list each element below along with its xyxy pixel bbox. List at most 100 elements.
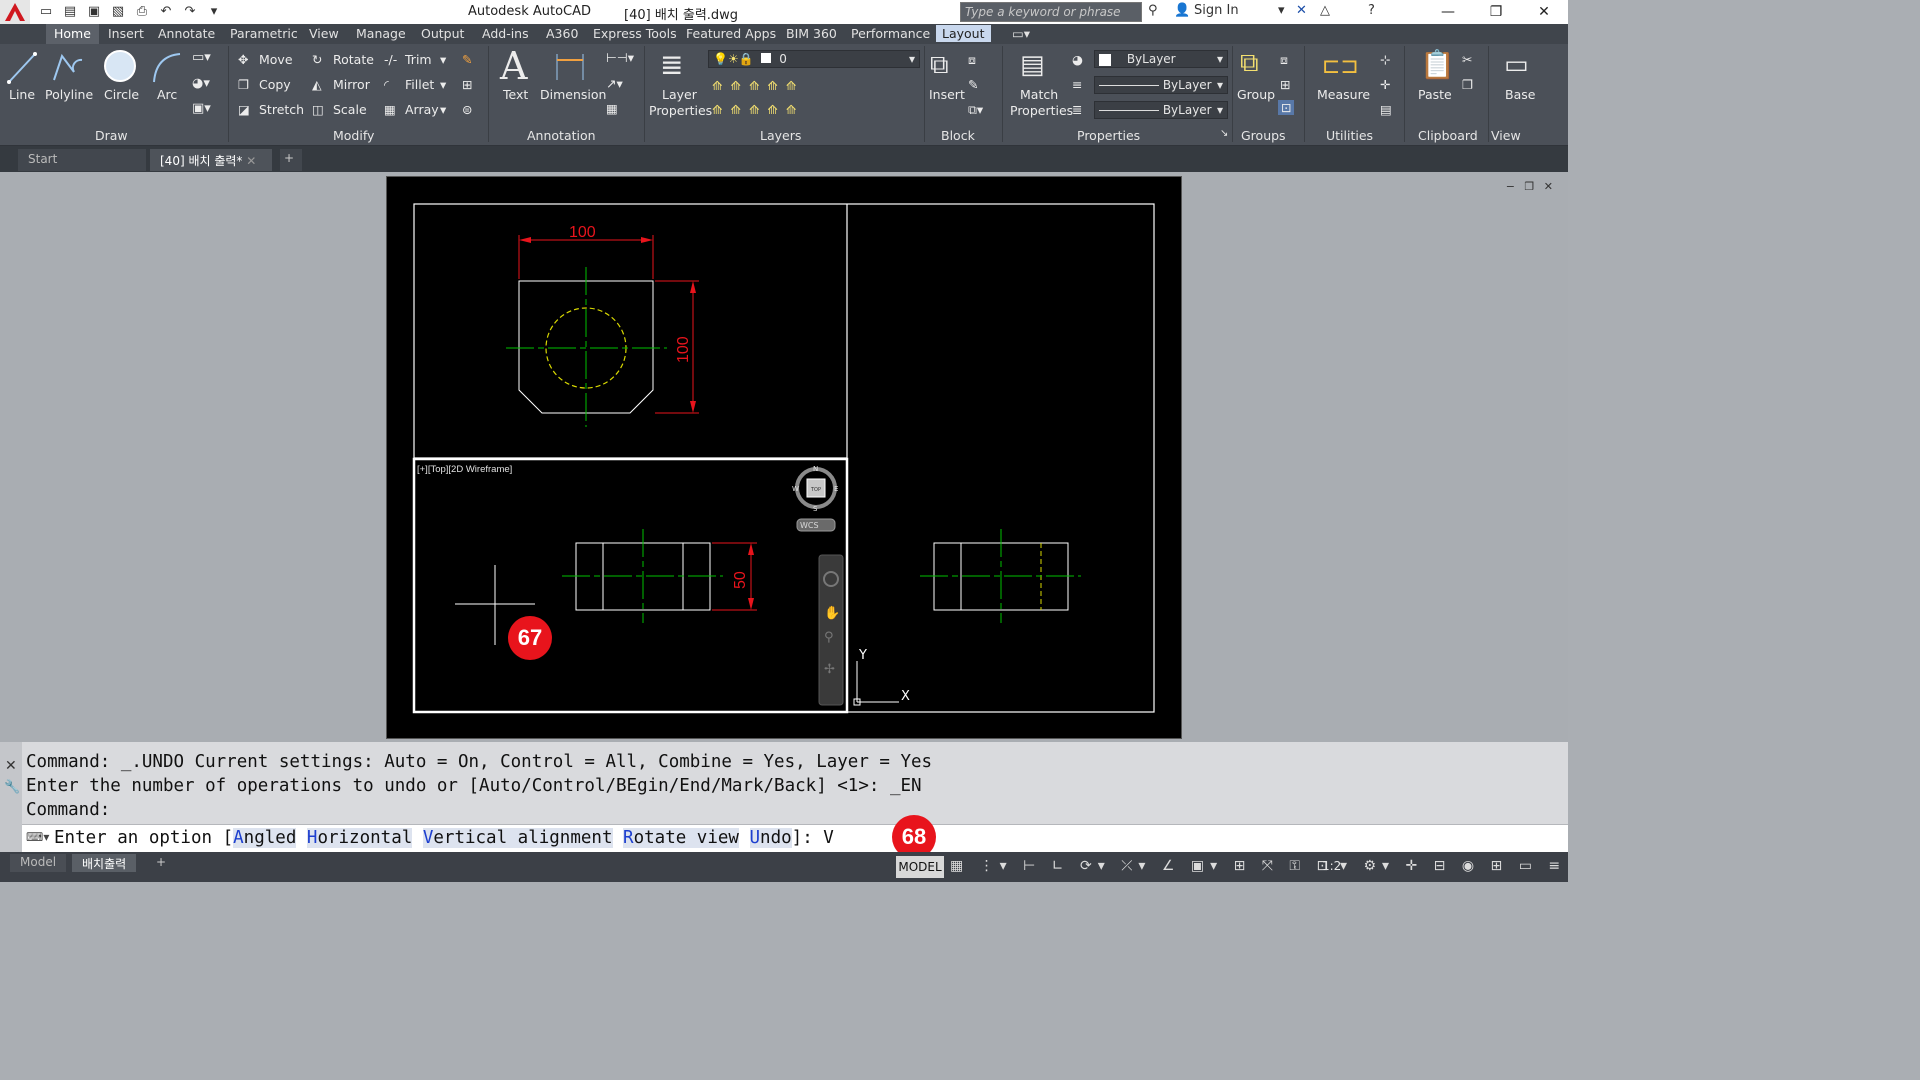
ungroup-icon[interactable]: ⧈ [1280,52,1288,68]
layer-dropdown[interactable]: 💡☀🔒 0 ▾ [708,50,920,68]
viewport-window-controls[interactable]: − ❐ ✕ [1506,180,1556,193]
annotation-panel-title[interactable]: Annotation [527,128,596,143]
fillet-button[interactable]: Fillet [405,77,434,92]
group-button[interactable]: Group [1237,87,1275,102]
layout-paper[interactable]: 100 100 50 TOP N S E W WCS ✋ ⚲ ✢ Y X [+]… [386,176,1182,739]
viewport-controls-label[interactable]: [+][Top][2D Wireframe] [417,464,512,475]
polyline-button[interactable]: Polyline [45,87,93,102]
tab-close-icon[interactable]: ✕ [246,154,256,168]
move-button[interactable]: Move [259,52,293,67]
rotate-button[interactable]: Rotate [333,52,374,67]
trim-dropdown-icon[interactable]: ▾ [440,52,446,67]
add-layout-icon[interactable]: + [146,854,176,872]
option-angled[interactable]: Angled [233,828,297,848]
drawing-area[interactable]: − ❐ ✕ 100 100 50 TOP N S E W WCS ✋ ⚲ ✢ Y… [0,172,1568,742]
tab-home[interactable]: Home [46,24,99,44]
ribbon-options-icon[interactable]: ▭▾ [1012,26,1030,41]
a360-icon[interactable]: △ [1320,3,1330,18]
copy-button[interactable]: Copy [259,77,291,92]
save-icon[interactable]: ▣ [84,3,104,21]
lineweight-dropdown[interactable]: ByLayer ▾ [1094,101,1228,119]
explode-icon[interactable]: ⊞ [462,77,472,92]
properties-panel-title[interactable]: Properties [1077,128,1140,143]
command-customize-icon[interactable]: 🔧 [4,780,20,795]
mirror-button[interactable]: Mirror [333,77,370,92]
orbit-icon[interactable]: ✢ [824,662,835,677]
tab-express-tools[interactable]: Express Tools [593,26,677,41]
close-button[interactable]: ✕ [1520,0,1568,24]
circle-button[interactable]: Circle [104,87,139,102]
utilities-panel-title[interactable]: Utilities [1326,128,1373,143]
layer-tools-row-1[interactable]: ⟰⟰⟰⟰⟰ [712,78,804,93]
option-undo[interactable]: Undo [749,828,792,848]
groups-panel-title[interactable]: Groups [1241,128,1286,143]
edit-block-icon[interactable]: ✎ [968,77,978,92]
new-tab-icon[interactable]: + [280,149,302,171]
qat-dropdown-icon[interactable]: ▾ [204,3,224,21]
option-horizontal[interactable]: Horizontal [306,828,413,848]
hatch-icon[interactable]: ◕▾ [192,76,210,91]
tab-view[interactable]: View [309,26,339,41]
search-input[interactable]: Type a keyword or phrase [960,2,1142,22]
view-panel-title[interactable]: View [1491,128,1521,143]
copy-clip-icon[interactable]: ❐ [1462,77,1473,92]
redo-icon[interactable]: ↷ [180,3,200,21]
boundary-icon[interactable]: ▣▾ [192,101,211,116]
start-tab[interactable]: Start [18,149,146,171]
sign-in-link[interactable]: Sign In [1194,3,1239,18]
line-icon[interactable] [6,50,38,86]
color-dropdown[interactable]: ByLayer ▾ [1094,50,1228,68]
undo-icon[interactable]: ↶ [156,3,176,21]
autocad-logo[interactable] [0,0,30,24]
model-space-button[interactable]: MODEL [896,856,944,878]
offset-icon[interactable]: ⊜ [462,102,472,117]
tab-add-ins[interactable]: Add-ins [482,26,529,41]
zoom-icon[interactable]: ⚲ [824,630,834,645]
open-file-icon[interactable]: ▤ [60,3,80,21]
array-dropdown-icon[interactable]: ▾ [440,102,446,117]
arc-icon[interactable] [150,50,184,86]
fillet-dropdown-icon[interactable]: ▾ [440,77,446,92]
tab-layout[interactable]: Layout [936,25,991,42]
binoculars-icon[interactable]: ⚲ [1148,3,1158,18]
tab-bim-360[interactable]: BIM 360 [786,26,837,41]
layer-properties-button[interactable]: Layer [662,87,697,102]
command-prompt-icon[interactable]: ⌨▾ [26,830,49,844]
minimize-button[interactable]: — [1424,0,1472,24]
group-selection-icon[interactable]: ⊡ [1278,100,1295,115]
tab-annotate[interactable]: Annotate [158,26,215,41]
exchange-apps-icon[interactable]: ✕ [1296,3,1307,18]
linear-dim-icon[interactable]: ⊢⊣▾ [606,50,634,65]
layout-tab[interactable]: 배치출력 [72,854,137,872]
properties-launcher-icon[interactable]: ↘ [1220,128,1228,139]
draw-panel-title[interactable]: Draw [95,128,128,143]
active-drawing-tab[interactable]: [40] 배치 출력* ✕ [150,149,272,171]
linetype-dropdown[interactable]: ByLayer ▾ [1094,76,1228,94]
model-tab[interactable]: Model [10,854,67,872]
sign-in-dropdown-icon[interactable]: ▾ [1278,3,1285,18]
erase-icon[interactable]: ✎ [462,52,472,67]
tab-parametric[interactable]: Parametric [230,26,298,41]
arc-button[interactable]: Arc [157,87,177,102]
help-icon[interactable]: ? [1368,3,1375,18]
layers-panel-title[interactable]: Layers [760,128,801,143]
match-properties-button[interactable]: Match [1020,87,1058,102]
measure-button[interactable]: Measure [1317,87,1370,102]
point-icon[interactable]: ✛ [1380,77,1390,92]
block-panel-title[interactable]: Block [941,128,975,143]
circle-icon[interactable] [102,48,138,84]
paste-button[interactable]: Paste [1418,87,1452,102]
array-button[interactable]: Array [405,102,439,117]
clipboard-panel-title[interactable]: Clipboard [1418,128,1478,143]
tab-manage[interactable]: Manage [356,26,406,41]
dimension-button[interactable]: Dimension [540,87,606,102]
stretch-button[interactable]: Stretch [259,102,304,117]
create-block-icon[interactable]: ⧈ [968,52,976,68]
text-button[interactable]: Text [503,87,528,102]
insert-button[interactable]: Insert [929,87,965,102]
tab-featured-apps[interactable]: Featured Apps [686,26,776,41]
quick-select-icon[interactable]: ⊹ [1380,52,1390,67]
modify-panel-title[interactable]: Modify [333,128,374,143]
user-icon[interactable]: 👤 [1174,3,1190,18]
rectangle-icon[interactable]: ▭▾ [192,50,211,65]
